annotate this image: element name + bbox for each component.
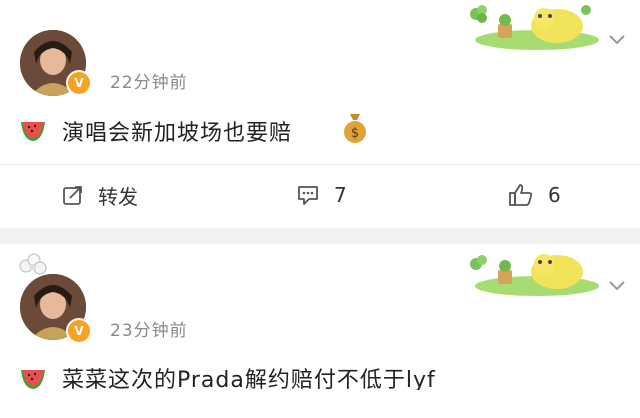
comment-button[interactable]: 7 (296, 170, 347, 220)
comment-text: 演唱会新加坡场也要赔 (62, 121, 293, 146)
cartoon-decoration-icon (470, 254, 599, 296)
chevron-down-icon[interactable] (606, 28, 628, 50)
comment-count: 7 (334, 183, 347, 207)
thumbs-up-icon (509, 184, 533, 206)
watermelon-icon (21, 122, 45, 141)
watermelon-icon (21, 370, 45, 389)
comment-time: 23分钟前 (110, 321, 188, 341)
like-button[interactable]: 6 (508, 170, 561, 220)
share-icon (63, 186, 82, 205)
verified-badge-icon: V (66, 70, 92, 96)
chevron-down-icon[interactable] (606, 274, 628, 296)
cartoon-decoration-icon (470, 5, 599, 50)
like-count: 6 (548, 183, 561, 207)
card-separator (0, 228, 640, 244)
verified-badge-icon: V (66, 318, 92, 344)
comment-card: V 22分钟前 演唱会新加坡场也要赔 $ 转发 7 6 (0, 0, 640, 228)
share-label: 转发 (98, 184, 138, 209)
svg-text:$: $ (351, 126, 359, 141)
comment-icon (298, 186, 318, 205)
share-button[interactable]: 转发 (62, 170, 138, 220)
screenshot-cutoff (0, 390, 640, 418)
comment-time: 22分钟前 (110, 73, 188, 93)
money-bag-icon: $ (344, 114, 366, 143)
